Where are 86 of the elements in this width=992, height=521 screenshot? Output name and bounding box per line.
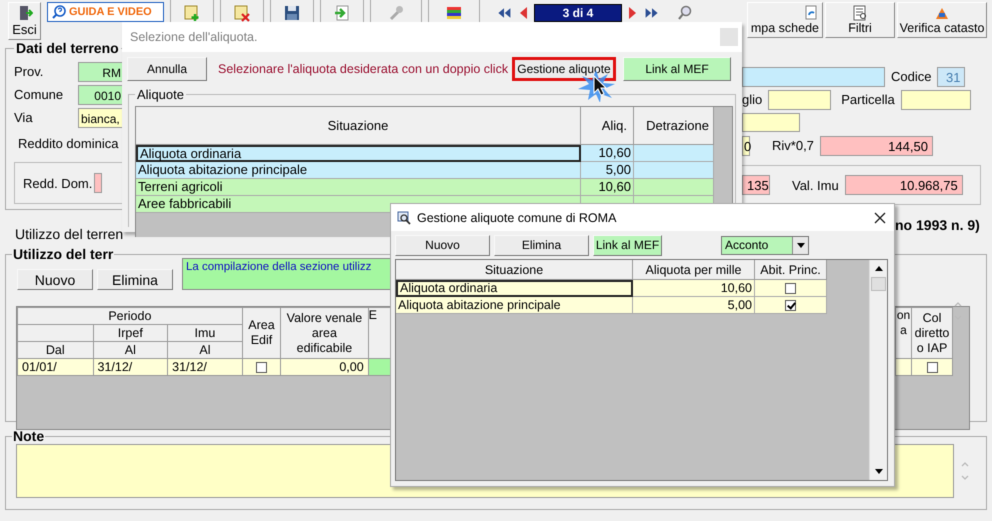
column-header: Irpef	[93, 324, 168, 342]
field-label: glio	[742, 92, 762, 107]
value-field[interactable]: 135	[742, 175, 770, 195]
field-label: Reddito dominica	[18, 136, 118, 151]
checkbox[interactable]	[256, 362, 267, 374]
table-cell: 01/01/	[18, 358, 93, 376]
new-button[interactable]: Nuovo	[395, 234, 490, 256]
table-row[interactable]: Aliquota abitazione principale 5,00	[136, 162, 714, 179]
field-label: Redd. Dom.	[23, 176, 92, 190]
delete-document-icon	[233, 4, 251, 22]
parcel-field[interactable]	[900, 90, 971, 110]
usage-button[interactable]: Elimina	[97, 269, 173, 290]
exit-button[interactable]: Esci	[8, 2, 41, 40]
sheet-field[interactable]	[768, 90, 832, 110]
table-cell[interactable]: Aliquota ordinaria	[396, 280, 633, 297]
mef-link-button[interactable]: Link al MEF	[623, 57, 731, 81]
column-header: Al	[168, 342, 242, 358]
column-header: Imu	[168, 324, 242, 342]
group-title: Utilizzo del terr	[12, 246, 114, 262]
table-cell: 31/12/	[168, 358, 242, 376]
caret-icon	[796, 242, 804, 248]
table-cell: 31/12/	[93, 358, 168, 376]
field-label: Via	[14, 110, 34, 125]
checkbox[interactable]	[785, 283, 796, 294]
column-header: Situazione	[136, 107, 581, 145]
toolbar-button[interactable]: Filtri	[825, 2, 895, 38]
table-row[interactable]: Aliquota ordinaria 10,60	[136, 145, 714, 162]
field-label: Prov.	[14, 64, 44, 79]
group-title: Dati del terreno	[15, 40, 120, 56]
scroll-thumb[interactable]	[871, 277, 886, 291]
column-header: Col diretto o IAP	[912, 308, 952, 358]
magnifier-window-icon	[397, 210, 411, 224]
table-row[interactable]: Terreni agricoli 10,60	[136, 179, 714, 196]
wrench-icon	[387, 4, 405, 22]
field-label: Codice	[891, 69, 932, 84]
income-field[interactable]	[94, 173, 102, 193]
field-label: Particella	[841, 92, 895, 107]
checkbox[interactable]	[785, 300, 796, 312]
cancel-button[interactable]: Annulla	[127, 57, 207, 81]
field-label: Riv*0,7	[772, 138, 814, 153]
column-header: on a	[896, 308, 912, 358]
manage-rates-button[interactable]: Gestione aliquote	[512, 57, 616, 81]
stack-icon	[445, 4, 463, 22]
group-title: Note	[12, 428, 46, 444]
field-label: Val. Imu	[792, 178, 839, 192]
filter-document-icon	[852, 5, 868, 21]
period-dropdown[interactable]: Acconto	[721, 236, 809, 254]
close-icon[interactable]	[874, 212, 886, 224]
toolbar-button[interactable]: Verifica catasto	[897, 2, 987, 38]
revaluation-field[interactable]: 144,50	[820, 136, 933, 156]
usage-button[interactable]: Nuovo	[17, 269, 93, 290]
delete-button[interactable]: Elimina	[494, 234, 589, 256]
window-title: Selezione dell'aliquota.	[130, 30, 258, 44]
window-title: Gestione aliquote comune di ROMA	[417, 210, 618, 224]
column-header: Periodo	[18, 308, 242, 324]
table-cell: 5,00	[633, 297, 755, 314]
imu-value-field[interactable]: 10.968,75	[844, 175, 963, 195]
table-cell[interactable]: Aliquota abitazione principale	[396, 297, 633, 314]
description-field[interactable]	[742, 66, 885, 86]
scroll-up-icon[interactable]	[874, 266, 882, 271]
column-header: Situazione	[396, 260, 633, 280]
toolbar-button[interactable]: mpa schede	[747, 2, 823, 38]
group-title: Aliquote	[136, 87, 185, 102]
table-cell: 0,00	[280, 358, 368, 376]
column-header: Valore venale area edificabile	[280, 308, 368, 358]
scroll-down-icon[interactable]	[874, 469, 882, 474]
municipality-field[interactable]: 0010	[78, 84, 124, 104]
search-icon[interactable]	[677, 5, 693, 21]
mef-link-button[interactable]: Link al MEF	[593, 234, 662, 256]
new-document-icon	[183, 4, 201, 22]
income-field[interactable]: 0	[742, 136, 750, 156]
scrollbar[interactable]	[869, 260, 887, 480]
field-label: Comune	[14, 87, 64, 102]
save-icon	[283, 4, 301, 22]
province-field[interactable]: RM	[78, 62, 124, 82]
document-refresh-icon	[803, 5, 819, 21]
column-header: Area Edif	[242, 308, 281, 358]
record-counter: 3 di 4	[534, 4, 622, 22]
help-search-icon	[52, 5, 66, 19]
subparcel-field[interactable]	[742, 113, 800, 132]
hint-text: Selezionare l'aliquota desiderata con un doppio click	[218, 62, 506, 76]
section-heading: no 1993 n. 9)	[895, 217, 981, 233]
checkbox[interactable]	[926, 362, 938, 374]
section-tab[interactable]: Utilizzo del terren	[15, 224, 124, 244]
column-header: Al	[93, 342, 168, 358]
column-header: Dal	[18, 342, 93, 358]
